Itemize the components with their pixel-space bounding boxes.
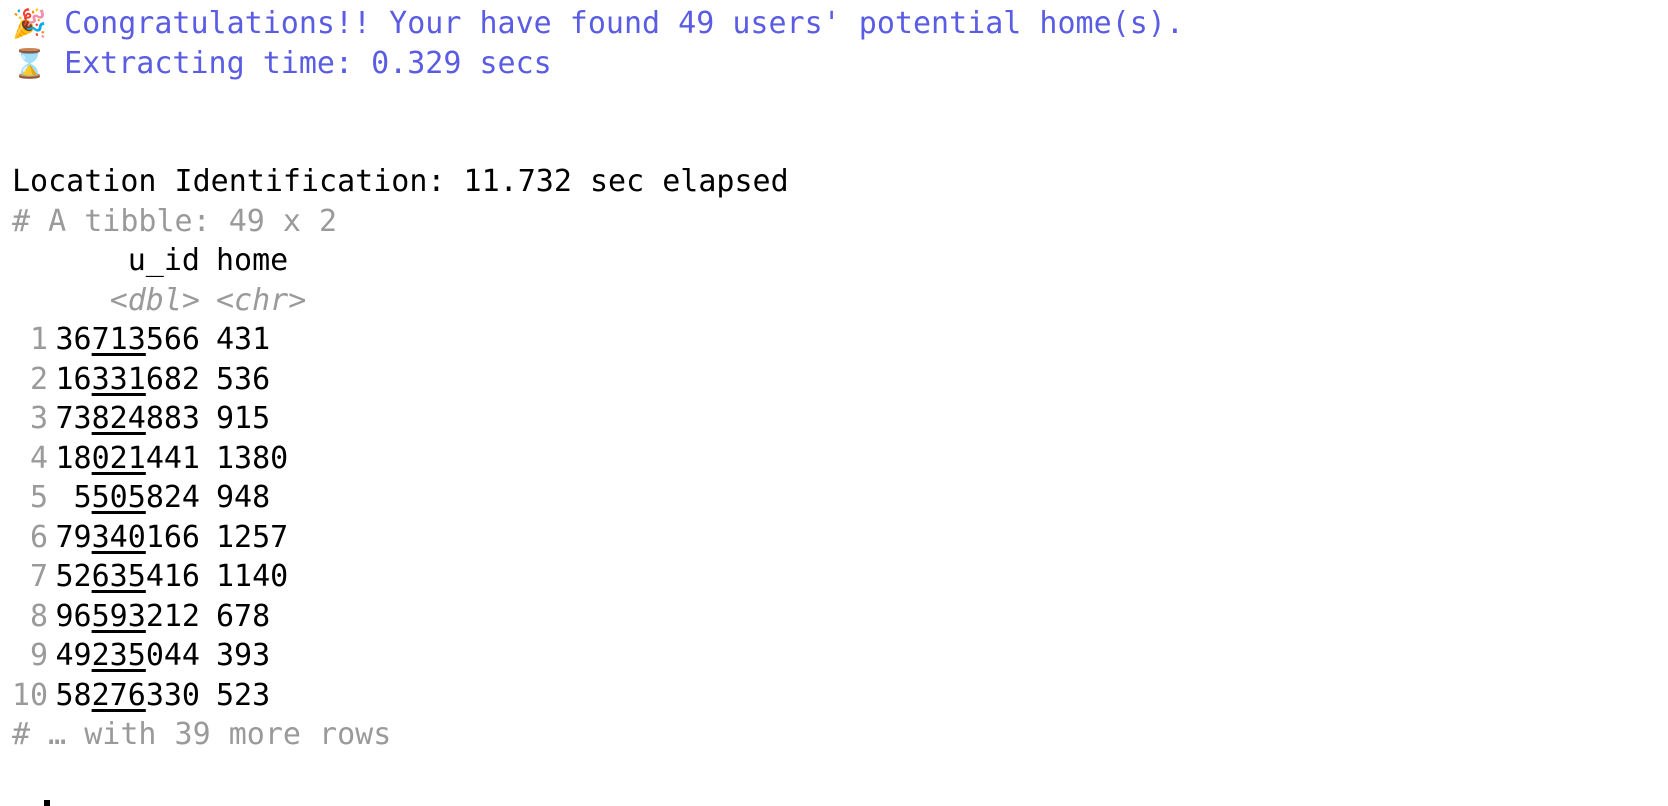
- row-number: 1: [29, 322, 48, 357]
- row-number: 5: [29, 480, 48, 515]
- cell-home: 678: [216, 599, 271, 634]
- row-number: 10: [12, 678, 49, 713]
- cell-home: 1140: [216, 559, 289, 594]
- cell-home: 523: [216, 678, 271, 713]
- row-number: 9: [29, 638, 48, 673]
- cell-u-id: 52635416: [55, 559, 201, 594]
- tibble-footer: # … with 39 more rows: [12, 717, 392, 752]
- column-header-u-id: u_id: [127, 243, 200, 278]
- cell-u-id: 73824883: [55, 401, 201, 436]
- cell-u-id: 58276330: [55, 678, 201, 713]
- elapsed-message: Location Identification: 11.732 sec elap…: [12, 164, 789, 199]
- cell-home: 915: [216, 401, 271, 436]
- cell-home: 948: [216, 480, 271, 515]
- row-number: 7: [29, 559, 48, 594]
- column-header-home: home: [216, 243, 289, 278]
- cell-home: 536: [216, 362, 271, 397]
- cell-u-id: 18021441: [55, 441, 201, 476]
- cell-home: 1257: [216, 520, 289, 555]
- party-popper-icon: 🎉: [12, 7, 47, 40]
- cell-u-id: 49235044: [55, 638, 201, 673]
- congrats-message: 🎉 Congratulations!! Your have found 49 u…: [12, 4, 1184, 44]
- cell-home: 393: [216, 638, 271, 673]
- row-number: 4: [29, 441, 48, 476]
- row-number: 2: [29, 362, 48, 397]
- time-message: ⌛ Extracting time: 0.329 secs: [12, 44, 552, 84]
- cell-u-id: 5505824: [73, 480, 200, 515]
- column-type-u-id: <dbl>: [109, 283, 200, 318]
- hourglass-icon: ⌛: [12, 47, 47, 80]
- row-number: 6: [29, 520, 48, 555]
- column-type-home: <chr>: [216, 283, 307, 318]
- time-text: Extracting time: 0.329 secs: [64, 46, 552, 81]
- cell-u-id: 96593212: [55, 599, 201, 634]
- row-number: 8: [29, 599, 48, 634]
- cell-home: 1380: [216, 441, 289, 476]
- cell-u-id: 36713566: [55, 322, 201, 357]
- cell-home: 431: [216, 322, 271, 357]
- congrats-text: Congratulations!! Your have found 49 use…: [64, 6, 1184, 41]
- tibble-header: # A tibble: 49 x 2: [12, 204, 338, 239]
- cell-u-id: 79340166: [55, 520, 201, 555]
- row-number: 3: [29, 401, 48, 436]
- console-cursor: [44, 800, 50, 806]
- cell-u-id: 16331682: [55, 362, 201, 397]
